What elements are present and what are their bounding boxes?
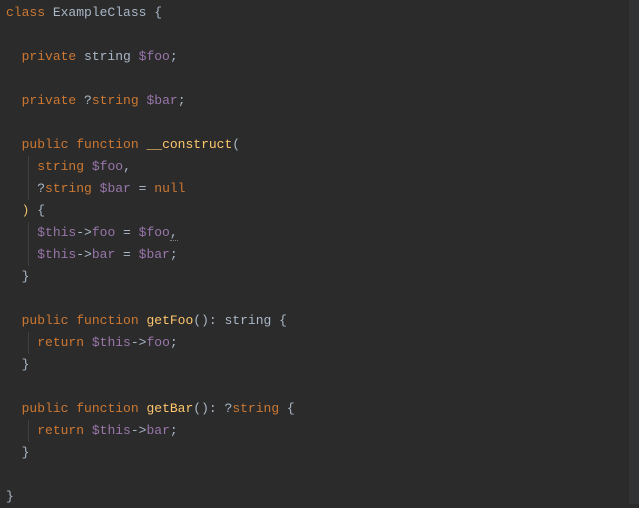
keyword-public: public — [22, 137, 69, 152]
keyword-null: null — [154, 181, 185, 196]
code-line[interactable] — [6, 68, 639, 90]
code-line[interactable] — [6, 376, 639, 398]
property: foo — [92, 225, 115, 240]
code-line[interactable] — [6, 24, 639, 46]
keyword-public: public — [22, 401, 69, 416]
property: foo — [146, 335, 169, 350]
code-line[interactable]: return $this->foo; — [6, 332, 639, 354]
keyword-public: public — [22, 313, 69, 328]
code-editor[interactable]: class ExampleClass { private string $foo… — [6, 2, 639, 504]
property: bar — [146, 423, 169, 438]
keyword-private: private — [22, 49, 77, 64]
variable: $foo — [139, 49, 170, 64]
keyword-return: return — [37, 335, 84, 350]
function-name: getFoo — [146, 313, 193, 328]
keyword-private: private — [22, 93, 77, 108]
keyword-function: function — [76, 401, 138, 416]
code-line[interactable]: string $foo, — [6, 156, 639, 178]
code-line[interactable]: public function getFoo(): string { — [6, 310, 639, 332]
code-line[interactable]: ?string $bar = null — [6, 178, 639, 200]
variable-this: $this — [37, 247, 76, 262]
variable-this: $this — [92, 423, 131, 438]
code-line[interactable] — [6, 288, 639, 310]
keyword-class: class — [6, 5, 45, 20]
variable: $bar — [146, 93, 177, 108]
code-line[interactable]: } — [6, 354, 639, 376]
code-line[interactable]: } — [6, 266, 639, 288]
variable: $bar — [139, 247, 170, 262]
keyword-return: return — [37, 423, 84, 438]
property: bar — [92, 247, 115, 262]
variable-this: $this — [92, 335, 131, 350]
code-line[interactable] — [6, 112, 639, 134]
code-line[interactable]: ) { — [6, 200, 639, 222]
keyword-function: function — [76, 313, 138, 328]
code-line[interactable] — [6, 464, 639, 486]
code-line[interactable]: private ?string $bar; — [6, 90, 639, 112]
variable: $foo — [139, 225, 170, 240]
function-name: __construct — [146, 137, 232, 152]
code-line[interactable]: private string $foo; — [6, 46, 639, 68]
class-name: ExampleClass — [53, 5, 147, 20]
code-line[interactable]: public function __construct( — [6, 134, 639, 156]
variable-this: $this — [37, 225, 76, 240]
code-line[interactable]: $this->foo = $foo, — [6, 222, 639, 244]
code-line[interactable]: } — [6, 442, 639, 464]
code-line[interactable]: class ExampleClass { — [6, 2, 639, 24]
keyword-function: function — [76, 137, 138, 152]
scrollbar[interactable] — [629, 0, 639, 504]
variable: $foo — [92, 159, 123, 174]
code-line[interactable]: } — [6, 486, 639, 508]
code-line[interactable]: public function getBar(): ?string { — [6, 398, 639, 420]
function-name: getBar — [146, 401, 193, 416]
code-line[interactable]: $this->bar = $bar; — [6, 244, 639, 266]
code-line[interactable]: return $this->bar; — [6, 420, 639, 442]
variable: $bar — [100, 181, 131, 196]
